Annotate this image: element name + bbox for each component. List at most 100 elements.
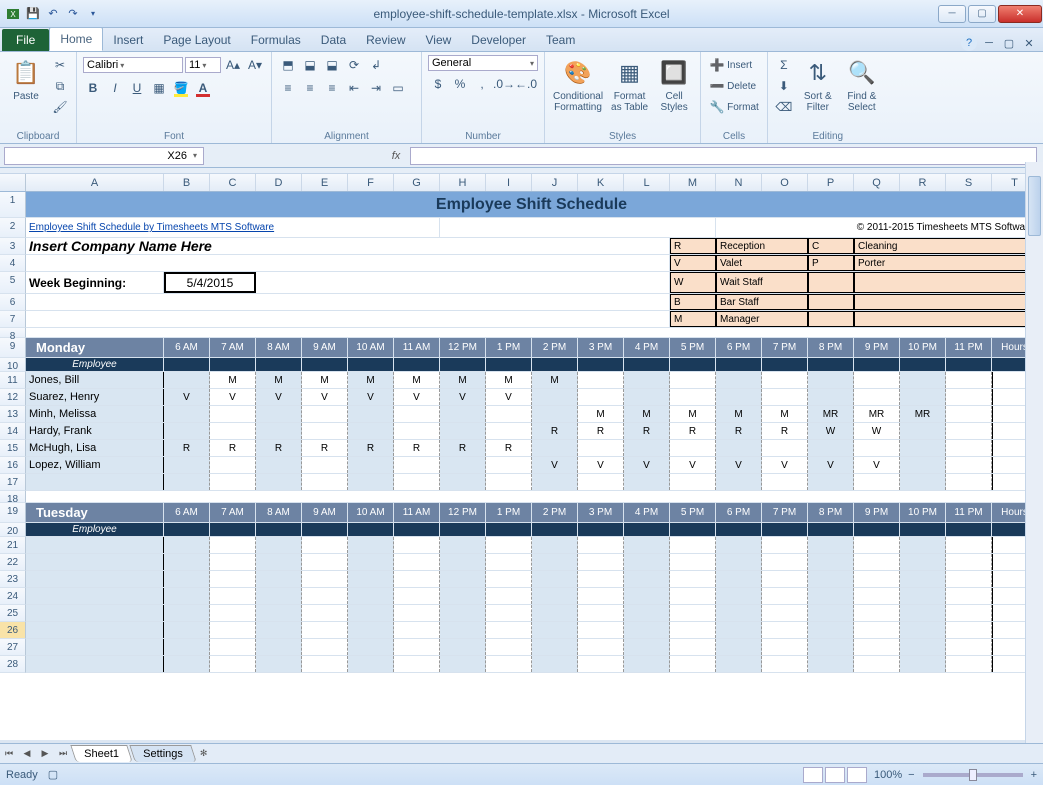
autosum-icon[interactable]: Σ: [774, 55, 794, 75]
shift-cell[interactable]: [578, 389, 624, 405]
column-header[interactable]: F: [348, 174, 394, 191]
shift-cell[interactable]: R: [624, 423, 670, 439]
help-icon[interactable]: ?: [961, 35, 977, 51]
employee-name[interactable]: Jones, Bill: [26, 372, 164, 388]
name-box[interactable]: X26▾: [4, 147, 204, 165]
shift-cell[interactable]: [532, 571, 578, 587]
employee-name[interactable]: [26, 537, 164, 553]
shift-cell[interactable]: [946, 656, 992, 672]
row-header[interactable]: 23: [0, 571, 26, 588]
shift-cell[interactable]: [762, 474, 808, 490]
shift-cell[interactable]: [670, 537, 716, 553]
fill-icon[interactable]: ⬇: [774, 76, 794, 96]
shift-cell[interactable]: [394, 571, 440, 587]
shift-cell[interactable]: [210, 605, 256, 621]
shift-cell[interactable]: [578, 554, 624, 570]
shift-cell[interactable]: [946, 639, 992, 655]
shift-cell[interactable]: [486, 406, 532, 422]
legend-name[interactable]: Reception: [716, 238, 808, 254]
shift-cell[interactable]: [532, 554, 578, 570]
time-column-header[interactable]: 3 PM: [578, 503, 624, 522]
merge-icon[interactable]: ▭: [388, 78, 408, 98]
cell[interactable]: [532, 523, 578, 536]
employee-name[interactable]: [26, 639, 164, 655]
shift-cell[interactable]: [578, 622, 624, 638]
shift-cell[interactable]: [486, 457, 532, 473]
shift-cell[interactable]: [624, 622, 670, 638]
week-beginning-date[interactable]: 5/4/2015: [164, 272, 256, 293]
shift-cell[interactable]: [900, 372, 946, 388]
row-header[interactable]: 13: [0, 406, 26, 423]
tab-data[interactable]: Data: [311, 29, 356, 51]
shift-cell[interactable]: [808, 372, 854, 388]
shift-cell[interactable]: [578, 440, 624, 456]
shift-cell[interactable]: [486, 571, 532, 587]
employee-header[interactable]: Employee: [26, 523, 164, 536]
shift-cell[interactable]: [256, 622, 302, 638]
shift-cell[interactable]: [302, 656, 348, 672]
shift-cell[interactable]: [946, 457, 992, 473]
doc-restore-icon[interactable]: ▢: [1001, 35, 1017, 51]
shift-cell[interactable]: [164, 537, 210, 553]
time-column-header[interactable]: 9 PM: [854, 503, 900, 522]
legend-code[interactable]: [808, 311, 854, 327]
number-format-select[interactable]: General▾: [428, 55, 538, 71]
column-header[interactable]: H: [440, 174, 486, 191]
shift-cell[interactable]: [486, 656, 532, 672]
shift-cell[interactable]: [394, 423, 440, 439]
cell[interactable]: [762, 358, 808, 371]
shift-cell[interactable]: MR: [854, 406, 900, 422]
shift-cell[interactable]: R: [578, 423, 624, 439]
row-header[interactable]: 26: [0, 622, 26, 639]
shift-cell[interactable]: [302, 474, 348, 490]
time-column-header[interactable]: 9 PM: [854, 338, 900, 357]
shift-cell[interactable]: [164, 457, 210, 473]
shift-cell[interactable]: [164, 423, 210, 439]
shift-cell[interactable]: [210, 571, 256, 587]
employee-name[interactable]: [26, 474, 164, 490]
shift-cell[interactable]: [348, 571, 394, 587]
shift-cell[interactable]: [486, 474, 532, 490]
shift-cell[interactable]: [486, 622, 532, 638]
shift-cell[interactable]: [762, 588, 808, 604]
cell[interactable]: [716, 523, 762, 536]
shift-cell[interactable]: [716, 537, 762, 553]
percent-icon[interactable]: %: [450, 74, 470, 94]
tab-nav-next-icon[interactable]: ▶: [36, 748, 54, 759]
time-column-header[interactable]: 10 PM: [900, 338, 946, 357]
shift-cell[interactable]: [808, 571, 854, 587]
shift-cell[interactable]: [762, 389, 808, 405]
shift-cell[interactable]: [394, 639, 440, 655]
tab-team[interactable]: Team: [536, 29, 585, 51]
time-column-header[interactable]: 4 PM: [624, 338, 670, 357]
row-header[interactable]: 7: [0, 311, 26, 328]
shift-cell[interactable]: [440, 537, 486, 553]
employee-name[interactable]: [26, 622, 164, 638]
cell[interactable]: [348, 358, 394, 371]
shift-cell[interactable]: [900, 474, 946, 490]
cell[interactable]: [256, 523, 302, 536]
fill-color-icon[interactable]: 🪣: [171, 78, 191, 98]
decrease-indent-icon[interactable]: ⇤: [344, 78, 364, 98]
normal-view-icon[interactable]: [803, 767, 823, 783]
close-button[interactable]: ✕: [998, 5, 1042, 23]
shift-cell[interactable]: V: [210, 389, 256, 405]
shift-cell[interactable]: [302, 406, 348, 422]
column-header[interactable]: N: [716, 174, 762, 191]
format-as-table-button[interactable]: ▦Format as Table: [609, 55, 650, 115]
time-column-header[interactable]: 7 AM: [210, 503, 256, 522]
legend-code[interactable]: C: [808, 238, 854, 254]
column-header[interactable]: A: [26, 174, 164, 191]
shift-cell[interactable]: R: [716, 423, 762, 439]
scrollbar-thumb[interactable]: [1028, 176, 1041, 236]
format-button[interactable]: 🔧Format: [707, 97, 761, 117]
time-column-header[interactable]: 3 PM: [578, 338, 624, 357]
shift-cell[interactable]: [578, 656, 624, 672]
shift-cell[interactable]: M: [532, 372, 578, 388]
shift-cell[interactable]: V: [532, 457, 578, 473]
shift-cell[interactable]: [670, 605, 716, 621]
shift-cell[interactable]: M: [302, 372, 348, 388]
shift-cell[interactable]: [670, 474, 716, 490]
time-column-header[interactable]: 1 PM: [486, 503, 532, 522]
shift-cell[interactable]: [210, 622, 256, 638]
